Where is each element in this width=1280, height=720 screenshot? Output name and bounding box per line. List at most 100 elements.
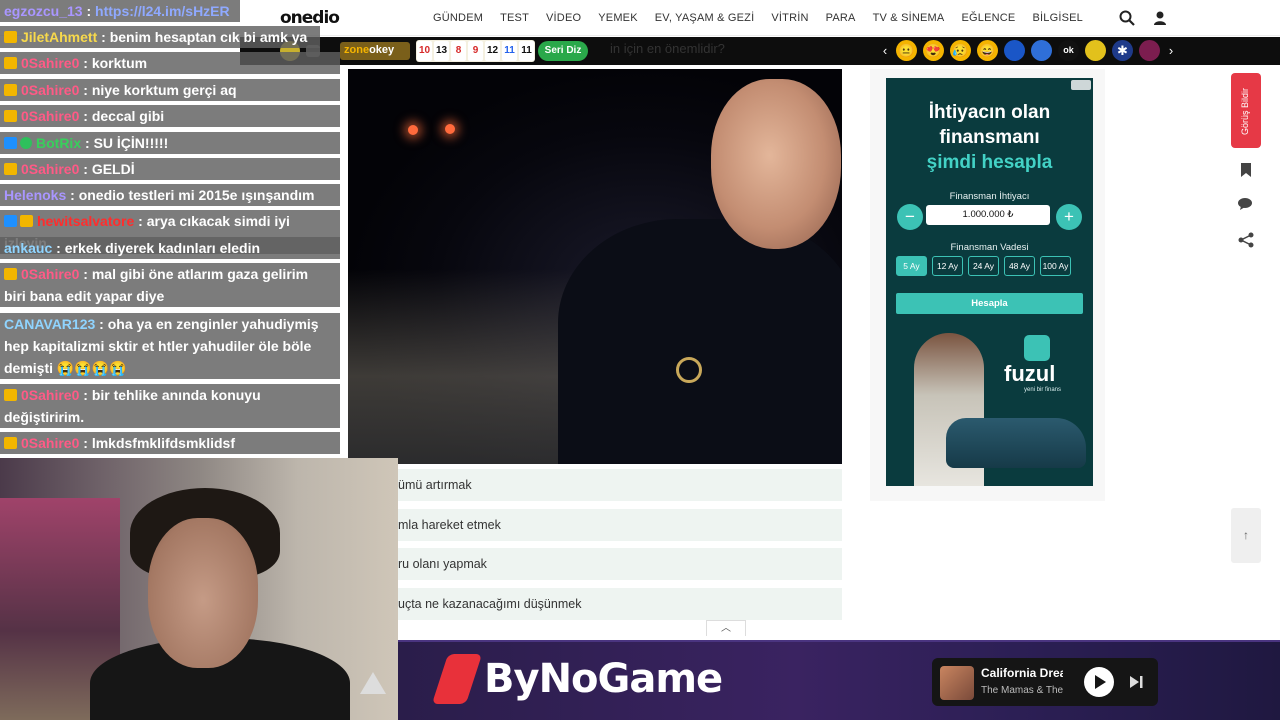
okey-tile[interactable]: 12	[485, 41, 500, 61]
nav-item[interactable]: EV, YAŞAM & GEZİ	[655, 12, 755, 24]
ad-headline: İhtiyacın olan finansmanı şimdi hesapla	[886, 100, 1093, 175]
okey-tile[interactable]: 11	[502, 41, 517, 61]
music-widget: California Dreamin' The Mamas & The Papa…	[932, 658, 1158, 706]
nav-item[interactable]: VİTRİN	[771, 12, 808, 24]
chat-username[interactable]: CANAVAR123	[4, 316, 95, 332]
chat-username[interactable]: 0Sahire0	[21, 161, 79, 177]
search-icon[interactable]	[1118, 9, 1136, 27]
chevron-right-icon[interactable]: ›	[1166, 43, 1176, 58]
ad-headline-line: İhtiyacın olan	[928, 102, 1051, 123]
heart-eyes-icon[interactable]: 😍	[923, 40, 944, 61]
stream-chat: egzozcu_13 : https://l24.im/sHzER JiletAh…	[0, 0, 340, 458]
user-icon[interactable]	[1151, 9, 1169, 27]
chat-text: korktum	[91, 55, 148, 71]
nav-item[interactable]: YEMEK	[598, 12, 638, 24]
nav-item[interactable]: TV & SİNEMA	[873, 12, 945, 24]
chat-username[interactable]: 0Sahire0	[21, 82, 79, 98]
ad-term-chip[interactable]: 5 Ay	[896, 256, 927, 276]
album-art	[940, 666, 974, 700]
skip-next-icon[interactable]	[1127, 673, 1145, 691]
seri-diz-button[interactable]: Seri Diz	[538, 41, 588, 61]
ad-headline-highlight: şimdi hesapla	[926, 152, 1053, 173]
nav-item[interactable]: VİDEO	[546, 12, 581, 24]
ad-choices-icon[interactable]	[1071, 80, 1091, 90]
laugh-icon[interactable]: 😄	[977, 40, 998, 61]
chevron-left-icon[interactable]: ‹	[880, 43, 890, 58]
emoji-icon[interactable]	[1085, 40, 1106, 61]
chat-username[interactable]: 0Sahire0	[21, 55, 79, 71]
okey-tile[interactable]: 10	[417, 41, 432, 61]
nav-menu: GÜNDEM TEST VİDEO YEMEK EV, YAŞAM & GEZİ VİTR…	[433, 0, 1083, 36]
ad-term-chip[interactable]: 24 Ay	[968, 256, 999, 276]
chat-text: bir tehlike anında konuyu	[91, 387, 261, 403]
answer-list: ümü artırmak mla hareket etmek ru olanı ya…	[348, 469, 842, 627]
ad-term-chip[interactable]: 48 Ay	[1004, 256, 1035, 276]
bot-badge-icon	[4, 137, 17, 149]
sad-icon[interactable]: 😥	[950, 40, 971, 61]
emoji-icon[interactable]: 😐	[896, 40, 917, 61]
chat-username[interactable]: 0Sahire0	[21, 387, 79, 403]
crown-badge-icon	[4, 31, 17, 43]
ok-icon[interactable]: ok	[1058, 40, 1079, 61]
chat-separator: :	[79, 387, 92, 403]
nav-item[interactable]: EĞLENCE	[961, 12, 1015, 24]
feedback-tab[interactable]: Görüş Bildir	[1231, 73, 1261, 148]
share-icon[interactable]	[1237, 231, 1255, 249]
brand-icon[interactable]	[1004, 40, 1025, 61]
chat-link[interactable]: https://l24.im/sHzER	[95, 3, 230, 19]
answer-option[interactable]: ümü artırmak	[348, 469, 842, 501]
answer-option[interactable]: uçta ne kazanacağımı düşünmek	[348, 587, 842, 620]
chat-separator: :	[82, 3, 96, 19]
chat-text: onedio testleri mi 2015e ışınşandım	[78, 187, 315, 203]
play-icon[interactable]	[1084, 667, 1114, 697]
answer-option[interactable]: mla hareket etmek	[348, 508, 842, 541]
chat-text: hep kapitalizmi sktir et htler yahudiler…	[4, 338, 312, 354]
chat-message: 0Sahire0 : GELDİ	[0, 158, 340, 180]
nav-item[interactable]: BİLGİSEL	[1032, 12, 1083, 24]
chat-username[interactable]: 0Sahire0	[21, 108, 79, 124]
chat-text: biri bana edit yapar diye	[4, 288, 165, 304]
comments-icon[interactable]	[1237, 195, 1255, 213]
flag-icon[interactable]: ✱	[1112, 40, 1133, 61]
bynogame-logo-icon	[431, 654, 483, 704]
chat-username[interactable]: 0Sahire0	[21, 266, 79, 282]
chat-username[interactable]: egzozcu_13	[4, 3, 83, 19]
fuzul-ad[interactable]: İhtiyacın olan finansmanı şimdi hesapla …	[886, 78, 1093, 486]
chat-username[interactable]: ankauc	[4, 240, 52, 256]
subscriber-badge-icon	[4, 215, 17, 227]
answer-option[interactable]: ru olanı yapmak	[348, 548, 842, 580]
crown-badge-icon	[4, 163, 17, 175]
nav-item[interactable]: GÜNDEM	[433, 12, 483, 24]
team-icon[interactable]	[1139, 40, 1160, 61]
chat-username[interactable]: Helenoks	[4, 187, 66, 203]
chat-username[interactable]: hewitsalvatore	[37, 213, 134, 229]
chat-username[interactable]: JiletAhmett	[21, 29, 97, 45]
ad-term-chip[interactable]: 12 Ay	[932, 256, 963, 276]
chat-username[interactable]: 0Sahire0	[21, 435, 79, 451]
image-lamp	[408, 125, 418, 135]
nav-item[interactable]: TEST	[500, 12, 529, 24]
chat-text: SU İÇİN!!!!!	[93, 135, 169, 151]
chat-separator: :	[79, 266, 92, 282]
ad-calculate-button[interactable]: Hesapla	[896, 293, 1083, 314]
ad-amount-field[interactable]: 1.000.000 ₺	[926, 205, 1050, 225]
okey-tile[interactable]: 11	[519, 41, 534, 61]
plus-button[interactable]: +	[1056, 204, 1082, 230]
scroll-top-button[interactable]: ↑	[1231, 508, 1261, 563]
chat-separator: :	[79, 82, 92, 98]
brand-icon[interactable]	[1031, 40, 1052, 61]
verified-icon	[20, 137, 32, 149]
streamer-logo-icon	[360, 672, 386, 694]
minus-button[interactable]: −	[897, 204, 923, 230]
ad-term-chip[interactable]: 100 Ay	[1040, 256, 1071, 276]
chat-message: 0Sahire0 : deccal gibi	[0, 105, 340, 127]
fuzul-logo-icon	[1024, 335, 1050, 361]
okey-tile[interactable]: 13	[434, 41, 449, 61]
nav-item[interactable]: PARA	[826, 12, 856, 24]
zone-okey-logo[interactable]: zoneokey	[340, 42, 410, 60]
collapse-chevron-icon[interactable]: ︿	[706, 620, 746, 636]
chat-username[interactable]: BotRix	[36, 135, 81, 151]
okey-tile[interactable]: 8	[451, 41, 466, 61]
bookmark-icon[interactable]	[1237, 161, 1255, 179]
okey-tile[interactable]: 9	[468, 41, 483, 61]
